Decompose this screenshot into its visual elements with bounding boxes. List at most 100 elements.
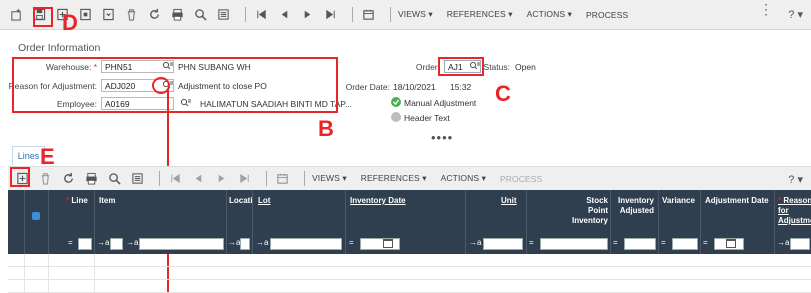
- actions-menu[interactable]: ACTIONS ▾: [527, 9, 572, 20]
- stock-point-filter-input[interactable]: [540, 238, 608, 250]
- first-record-icon[interactable]: [253, 6, 270, 23]
- lines-process-menu[interactable]: PROCESS: [500, 174, 542, 184]
- reason-filter-input[interactable]: [790, 238, 810, 250]
- column-item[interactable]: Item: [99, 196, 115, 206]
- previous-line-icon[interactable]: [190, 170, 207, 187]
- column-reason-for-adjustment[interactable]: * Reason for Adjustment: [778, 196, 811, 226]
- order-label: Order:: [415, 62, 440, 72]
- section-title: Order Information: [18, 42, 101, 54]
- adjustment-date-calendar-icon[interactable]: [726, 239, 736, 248]
- more-fields-indicator[interactable]: ••••: [431, 130, 453, 145]
- column-lot[interactable]: Lot: [258, 196, 270, 206]
- process-menu[interactable]: PROCESS: [586, 10, 628, 20]
- last-record-icon[interactable]: [322, 6, 339, 23]
- inventory-date-filter-input[interactable]: [360, 238, 400, 250]
- grid-column-divider: [48, 190, 49, 254]
- adjustment-date-filter-operator[interactable]: =: [703, 238, 708, 247]
- line-filter-operator[interactable]: =: [68, 238, 73, 247]
- inventory-adjusted-filter-operator[interactable]: =: [613, 238, 618, 247]
- grid-header: * Line Item Locati Lot Inventory Date Un…: [8, 190, 811, 254]
- column-unit[interactable]: Unit: [501, 196, 517, 206]
- item-filter-operator[interactable]: →a: [97, 238, 109, 247]
- location-filter-input[interactable]: [240, 238, 250, 250]
- grid-row-divider: [48, 280, 49, 293]
- help-menu[interactable]: ? ▾: [788, 8, 803, 21]
- print-lines-icon[interactable]: [83, 170, 100, 187]
- inventory-adjusted-filter-input[interactable]: [624, 238, 656, 250]
- manual-adjustment-check-icon: [391, 97, 401, 107]
- copy-paste-icon[interactable]: [100, 6, 117, 23]
- copy-record-icon[interactable]: [77, 6, 94, 23]
- item-description-filter-input[interactable]: [139, 238, 224, 250]
- lines-actions-menu[interactable]: ACTIONS ▾: [441, 173, 486, 184]
- lines-toolbar: VIEWS ▾ REFERENCES ▾ ACTIONS ▾ PROCESS ?…: [8, 166, 811, 190]
- grid-empty-row: [8, 267, 811, 280]
- column-adjustment-date[interactable]: Adjustment Date: [705, 196, 769, 206]
- order-date-value: 18/10/2021: [393, 82, 436, 92]
- grid-column-divider: [526, 190, 527, 254]
- unit-filter-input[interactable]: [483, 238, 523, 250]
- more-options-icon[interactable]: ⋮: [759, 2, 773, 16]
- refresh-lines-icon[interactable]: [60, 170, 77, 187]
- grid-column-divider: [658, 190, 659, 254]
- next-record-icon[interactable]: [299, 6, 316, 23]
- grid-column-divider: [24, 190, 25, 254]
- reason-filter-operator[interactable]: →a: [777, 238, 789, 247]
- annotation-label-b: B: [318, 116, 334, 141]
- toolbar-divider: [390, 7, 391, 22]
- header-text-label[interactable]: Header Text: [404, 113, 450, 123]
- grid-row-divider: [24, 280, 25, 293]
- lines-references-menu[interactable]: REFERENCES ▾: [361, 173, 427, 184]
- column-inventory-adjusted[interactable]: Inventory Adjusted: [612, 196, 654, 216]
- lines-calendar-icon[interactable]: [274, 170, 291, 187]
- filter-icon[interactable]: [215, 6, 232, 23]
- previous-record-icon[interactable]: [276, 6, 293, 23]
- annotation-box-c: [438, 57, 484, 76]
- delete-icon[interactable]: [123, 6, 140, 23]
- print-icon[interactable]: [169, 6, 186, 23]
- unit-filter-operator[interactable]: →a: [469, 238, 481, 247]
- search-lines-icon[interactable]: [106, 170, 123, 187]
- views-menu[interactable]: VIEWS ▾: [398, 9, 433, 20]
- toolbar-divider: [266, 171, 267, 186]
- grid-row-divider: [48, 254, 49, 267]
- variance-filter-input[interactable]: [672, 238, 698, 250]
- toolbar-divider: [352, 7, 353, 22]
- column-inventory-date[interactable]: Inventory Date: [350, 196, 406, 206]
- grid-row-divider: [24, 254, 25, 267]
- variance-filter-operator[interactable]: =: [661, 238, 666, 247]
- lot-filter-input[interactable]: [270, 238, 342, 250]
- lines-help-menu[interactable]: ? ▾: [788, 173, 803, 186]
- item-filter-input[interactable]: [110, 238, 123, 250]
- grid-column-selector-icon[interactable]: [32, 212, 40, 220]
- annotation-box-b: [12, 57, 338, 113]
- location-filter-operator[interactable]: →a: [228, 238, 240, 247]
- stock-point-filter-operator[interactable]: =: [529, 238, 534, 247]
- new-record-icon[interactable]: [8, 6, 25, 23]
- column-location[interactable]: Locati: [229, 196, 253, 206]
- filter-lines-icon[interactable]: [129, 170, 146, 187]
- inventory-date-filter-operator[interactable]: =: [349, 238, 354, 247]
- first-line-icon[interactable]: [167, 170, 184, 187]
- refresh-icon[interactable]: [146, 6, 163, 23]
- grid-column-divider: [226, 190, 227, 254]
- next-line-icon[interactable]: [213, 170, 230, 187]
- line-filter-input[interactable]: [78, 238, 92, 250]
- grid-row-divider: [94, 254, 95, 267]
- item-filter-operator-2[interactable]: →a: [126, 238, 138, 247]
- calendar-icon[interactable]: [360, 6, 377, 23]
- grid-row-divider: [94, 280, 95, 293]
- grid-empty-row: [8, 254, 811, 267]
- column-line[interactable]: * Line: [66, 196, 88, 206]
- grid-column-divider: [700, 190, 701, 254]
- inventory-date-calendar-icon[interactable]: [383, 239, 393, 248]
- lines-views-menu[interactable]: VIEWS ▾: [312, 173, 347, 184]
- search-icon[interactable]: [192, 6, 209, 23]
- delete-line-icon[interactable]: [37, 170, 54, 187]
- references-menu[interactable]: REFERENCES ▾: [447, 9, 513, 20]
- last-line-icon[interactable]: [236, 170, 253, 187]
- column-stock-point-inventory[interactable]: Stock Point Inventory: [568, 196, 608, 226]
- annotation-box-d: [33, 7, 53, 27]
- column-variance[interactable]: Variance: [662, 196, 695, 206]
- lot-filter-operator[interactable]: →a: [256, 238, 268, 247]
